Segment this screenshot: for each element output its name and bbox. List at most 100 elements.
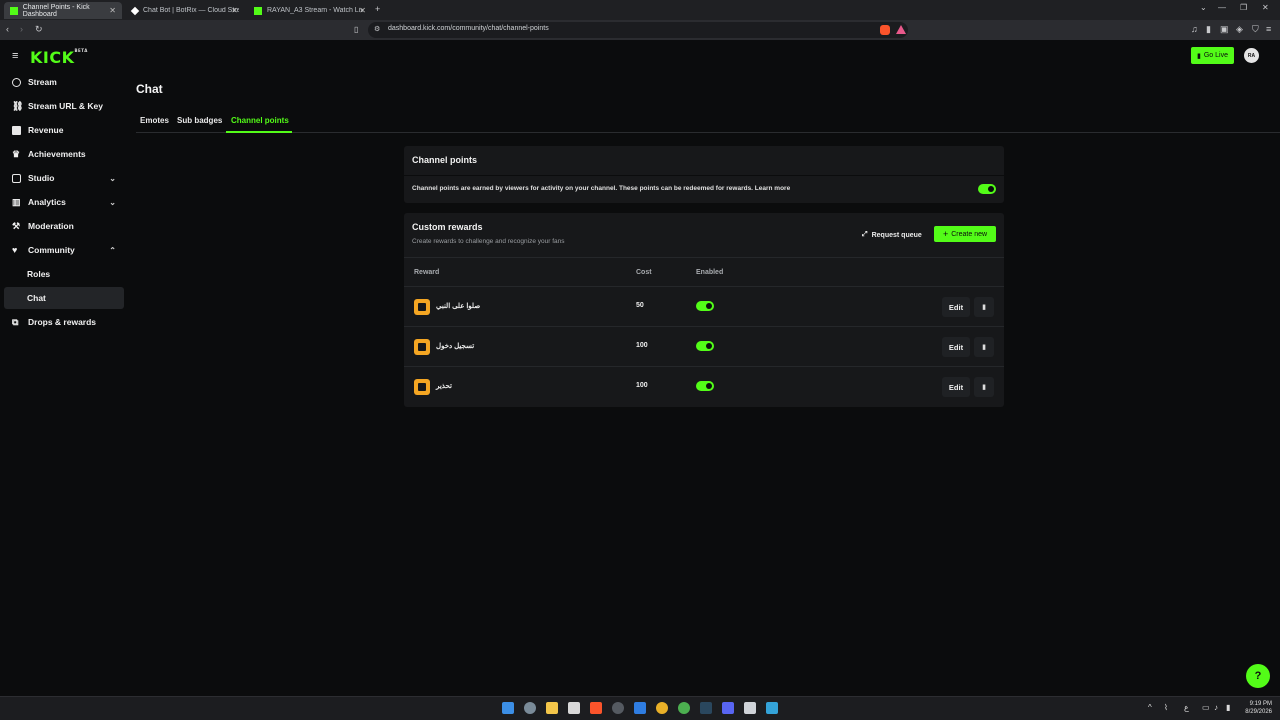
language-indicator[interactable]: ع xyxy=(1184,703,1189,712)
custom-rewards-card: Custom rewards Create rewards to challen… xyxy=(404,213,1004,407)
back-icon[interactable]: ‹ xyxy=(6,24,9,34)
forward-icon[interactable]: › xyxy=(20,24,23,34)
windows-start-icon[interactable] xyxy=(502,702,514,714)
wallet-icon[interactable]: ▣ xyxy=(1220,24,1229,35)
calendar-icon[interactable] xyxy=(568,702,580,714)
brave-browser-icon[interactable] xyxy=(590,702,602,714)
create-new-button[interactable]: + Create new xyxy=(934,226,996,242)
browser-tab-bar: Channel Points - Kick Dashboard ✕ Chat B… xyxy=(0,0,1280,20)
edit-button[interactable]: Edit xyxy=(942,377,970,397)
delete-button[interactable]: ▮ xyxy=(974,297,994,317)
reward-enabled-toggle[interactable] xyxy=(696,301,714,311)
sidebar-item-achievements[interactable]: ♛ Achievements xyxy=(4,143,124,165)
reload-icon[interactable]: ↻ xyxy=(35,24,43,35)
vpn-icon[interactable]: ◈ xyxy=(1236,24,1243,35)
chevron-up-icon[interactable]: ^ xyxy=(1148,703,1152,712)
file-explorer-icon[interactable] xyxy=(546,702,558,714)
system-clock[interactable]: 9:19 PM 8/29/2026 xyxy=(1245,700,1272,716)
hamburger-menu-icon[interactable]: ≡ xyxy=(12,50,18,62)
delete-button[interactable]: ▮ xyxy=(974,337,994,357)
divider xyxy=(404,175,1004,176)
sidebar: ≡ KICKBETA Stream ⛓ Stream URL & Key Rev… xyxy=(0,40,130,696)
request-queue-button[interactable]: ⤢ Request queue xyxy=(862,228,922,242)
sidebar-item-moderation[interactable]: ⚒ Moderation xyxy=(4,215,124,237)
edit-button[interactable]: Edit xyxy=(942,337,970,357)
sidebar-item-roles[interactable]: Roles xyxy=(4,263,124,285)
tab-close-icon[interactable]: ✕ xyxy=(231,6,238,15)
reward-icon xyxy=(414,299,430,315)
sidebar-toggle-icon[interactable]: ▮ xyxy=(1206,24,1211,35)
app-icon[interactable] xyxy=(634,702,646,714)
chrome-icon[interactable] xyxy=(678,702,690,714)
reward-enabled-toggle[interactable] xyxy=(696,341,714,351)
network-icon[interactable]: ▭ xyxy=(1202,703,1210,712)
battery-icon[interactable]: ▮ xyxy=(1226,703,1230,712)
address-bar[interactable]: ⚙ dashboard.kick.com/community/chat/chan… xyxy=(368,22,908,38)
sidebar-item-stream[interactable]: Stream xyxy=(4,71,124,93)
kick-icon: ▮ xyxy=(1197,52,1201,60)
custom-rewards-subtitle: Create rewards to challenge and recogniz… xyxy=(412,238,565,245)
bookmark-icon[interactable]: ▯ xyxy=(354,25,358,34)
close-window-button[interactable]: ✕ xyxy=(1262,3,1269,12)
plus-icon: + xyxy=(942,229,949,239)
avatar[interactable]: RA xyxy=(1244,48,1259,63)
link-icon: ⛓ xyxy=(12,100,24,111)
browser-tab-botrix[interactable]: Chat Bot | BotRix — Cloud Streaming ✕ xyxy=(126,2,244,19)
trash-icon: ▮ xyxy=(982,384,986,391)
site-info-icon[interactable]: ⚙ xyxy=(374,25,380,33)
sidebar-item-drops-rewards[interactable]: ⧉ Drops & rewards xyxy=(4,311,124,333)
sidebar-item-studio[interactable]: Studio ⌄ xyxy=(4,167,124,189)
reward-cost: 100 xyxy=(636,342,648,349)
delete-button[interactable]: ▮ xyxy=(974,377,994,397)
tab-sub-badges[interactable]: Sub badges xyxy=(177,116,222,125)
steam-icon[interactable] xyxy=(700,702,712,714)
new-tab-button[interactable]: + xyxy=(375,4,380,14)
shield-icon[interactable]: ⛉ xyxy=(1252,24,1259,35)
trash-icon: ▮ xyxy=(982,304,986,311)
channel-points-toggle[interactable] xyxy=(978,184,996,194)
expand-icon: ⤢ xyxy=(862,231,868,238)
obs-icon[interactable] xyxy=(612,702,624,714)
minimize-button[interactable]: — xyxy=(1218,3,1226,12)
sidebar-item-stream-url-key[interactable]: ⛓ Stream URL & Key xyxy=(4,95,124,117)
sidebar-item-community[interactable]: ♥ Community ⌃ xyxy=(4,239,124,261)
chart-icon: ▥ xyxy=(12,196,21,207)
reward-enabled-toggle[interactable] xyxy=(696,381,714,391)
tab-search-icon[interactable]: ⌄ xyxy=(1200,3,1207,12)
browser-tab-rayan[interactable]: RAYAN_A3 Stream - Watch Live on K ✕ xyxy=(248,2,372,19)
app-icon[interactable] xyxy=(656,702,668,714)
sidebar-item-revenue[interactable]: Revenue xyxy=(4,119,124,141)
reward-icon xyxy=(414,379,430,395)
sidebar-item-analytics[interactable]: ▥ Analytics ⌄ xyxy=(4,191,124,213)
column-enabled: Enabled xyxy=(696,269,724,276)
url-text: dashboard.kick.com/community/chat/channe… xyxy=(388,25,549,32)
brave-shields-icon[interactable] xyxy=(880,25,890,35)
chevron-down-icon: ⌄ xyxy=(109,197,116,207)
settings-icon[interactable] xyxy=(524,702,536,714)
help-chat-icon[interactable]: ? xyxy=(1246,664,1270,688)
notepad-icon[interactable] xyxy=(766,702,778,714)
studio-icon xyxy=(12,173,21,183)
tab-title: Chat Bot | BotRix — Cloud Streaming xyxy=(143,7,239,14)
tab-close-icon[interactable]: ✕ xyxy=(109,6,116,15)
microphone-icon[interactable]: ⌇ xyxy=(1164,703,1168,712)
menu-icon[interactable]: ≡ xyxy=(1266,24,1271,34)
capcut-icon[interactable] xyxy=(744,702,756,714)
media-icon[interactable]: ♫ xyxy=(1191,24,1198,34)
tab-close-icon[interactable]: ✕ xyxy=(359,6,366,15)
channel-points-title: Channel points xyxy=(412,155,477,165)
brave-rewards-icon[interactable] xyxy=(896,25,906,34)
maximize-button[interactable]: ❐ xyxy=(1240,3,1247,12)
kick-logo[interactable]: KICKBETA xyxy=(30,48,88,67)
go-live-button[interactable]: ▮ Go Live xyxy=(1191,47,1234,64)
sidebar-item-chat[interactable]: Chat xyxy=(4,287,124,309)
discord-icon[interactable] xyxy=(722,702,734,714)
tab-emotes[interactable]: Emotes xyxy=(140,116,169,125)
edit-button[interactable]: Edit xyxy=(942,297,970,317)
trash-icon: ▮ xyxy=(982,344,986,351)
volume-icon[interactable]: ♪ xyxy=(1214,703,1218,712)
wallet-icon xyxy=(12,125,21,135)
shield-icon: ⚒ xyxy=(12,220,21,231)
tab-channel-points[interactable]: Channel points xyxy=(231,116,289,125)
browser-tab-kick[interactable]: Channel Points - Kick Dashboard ✕ xyxy=(4,2,122,19)
